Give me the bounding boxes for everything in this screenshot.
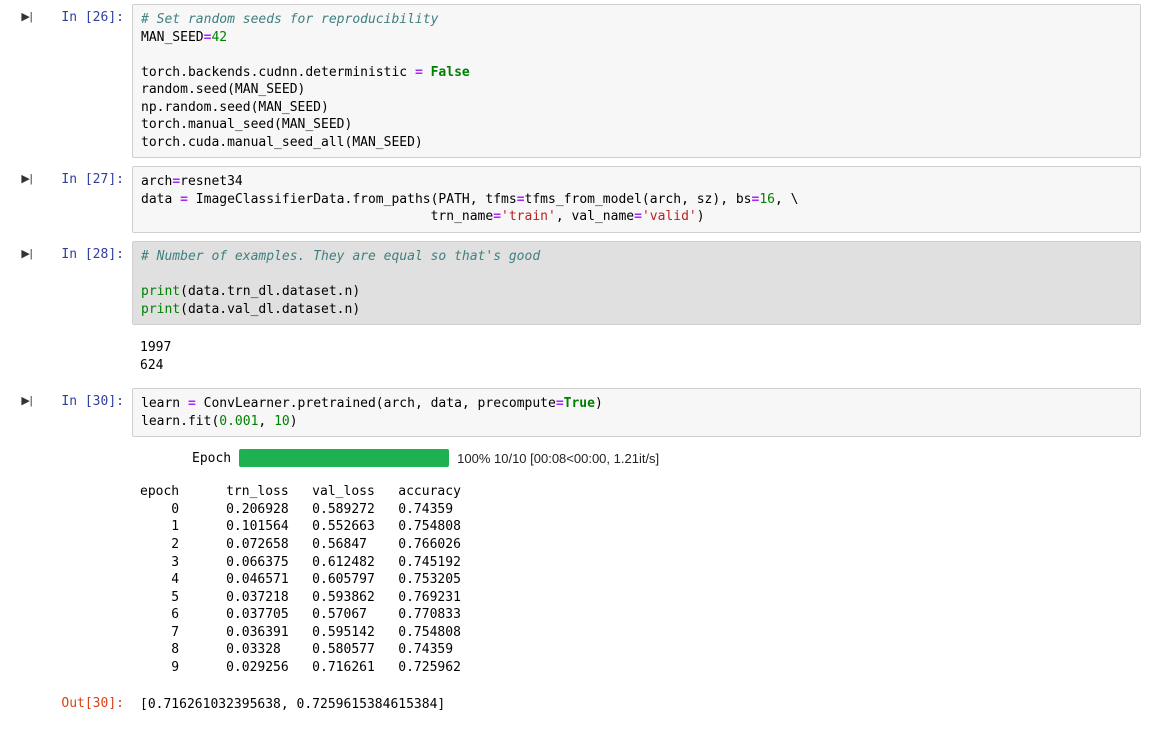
code-text: arch=resnet34 data = ImageClassifierData…: [141, 173, 1132, 226]
code-text: # Number of examples. They are equal so …: [141, 248, 1132, 318]
run-cell-icon[interactable]: ▶|: [20, 241, 34, 260]
code-cell-27[interactable]: ▶| In [27]: arch=resnet34 data = ImageCl…: [20, 166, 1141, 233]
code-input[interactable]: # Number of examples. They are equal so …: [132, 241, 1141, 325]
in-prompt: In [30]:: [34, 388, 132, 409]
code-cell-26[interactable]: ▶| In [26]: # Set random seeds for repro…: [20, 4, 1141, 158]
progress-text: 100% 10/10 [00:08<00:00, 1.21it/s]: [457, 451, 659, 466]
code-text: # Set random seeds for reproducibility M…: [141, 11, 1132, 151]
code-cell-28[interactable]: ▶| In [28]: # Number of examples. They a…: [20, 241, 1141, 325]
code-input[interactable]: learn = ConvLearner.pretrained(arch, dat…: [132, 388, 1141, 437]
in-prompt: In [26]:: [34, 4, 132, 25]
result-cell-30: Out[30]: [0.716261032395638, 0.725961538…: [20, 690, 1141, 720]
code-cell-30[interactable]: ▶| In [30]: learn = ConvLearner.pretrain…: [20, 388, 1141, 437]
output-cell-28: 1997 624: [20, 333, 1141, 380]
result-text: [0.716261032395638, 0.7259615384615384]: [132, 690, 1141, 720]
notebook: ▶| In [26]: # Set random seeds for repro…: [0, 0, 1161, 748]
run-cell-icon[interactable]: ▶|: [20, 166, 34, 185]
output-cell-30: Epoch 100% 10/10 [00:08<00:00, 1.21it/s]…: [20, 445, 1141, 682]
progress-bar-row: Epoch 100% 10/10 [00:08<00:00, 1.21it/s]: [132, 445, 1141, 477]
out-prompt: Out[30]:: [34, 690, 132, 711]
stdout-text: 1997 624: [132, 333, 1141, 380]
progress-bar: [239, 449, 449, 467]
training-log: epoch trn_loss val_loss accuracy 0 0.206…: [132, 477, 1141, 682]
run-cell-icon[interactable]: ▶|: [20, 388, 34, 407]
progress-label: Epoch: [192, 451, 231, 466]
code-input[interactable]: arch=resnet34 data = ImageClassifierData…: [132, 166, 1141, 233]
run-cell-icon[interactable]: ▶|: [20, 4, 34, 23]
in-prompt: In [28]:: [34, 241, 132, 262]
in-prompt: In [27]:: [34, 166, 132, 187]
code-text: learn = ConvLearner.pretrained(arch, dat…: [141, 395, 1132, 430]
code-input[interactable]: # Set random seeds for reproducibility M…: [132, 4, 1141, 158]
